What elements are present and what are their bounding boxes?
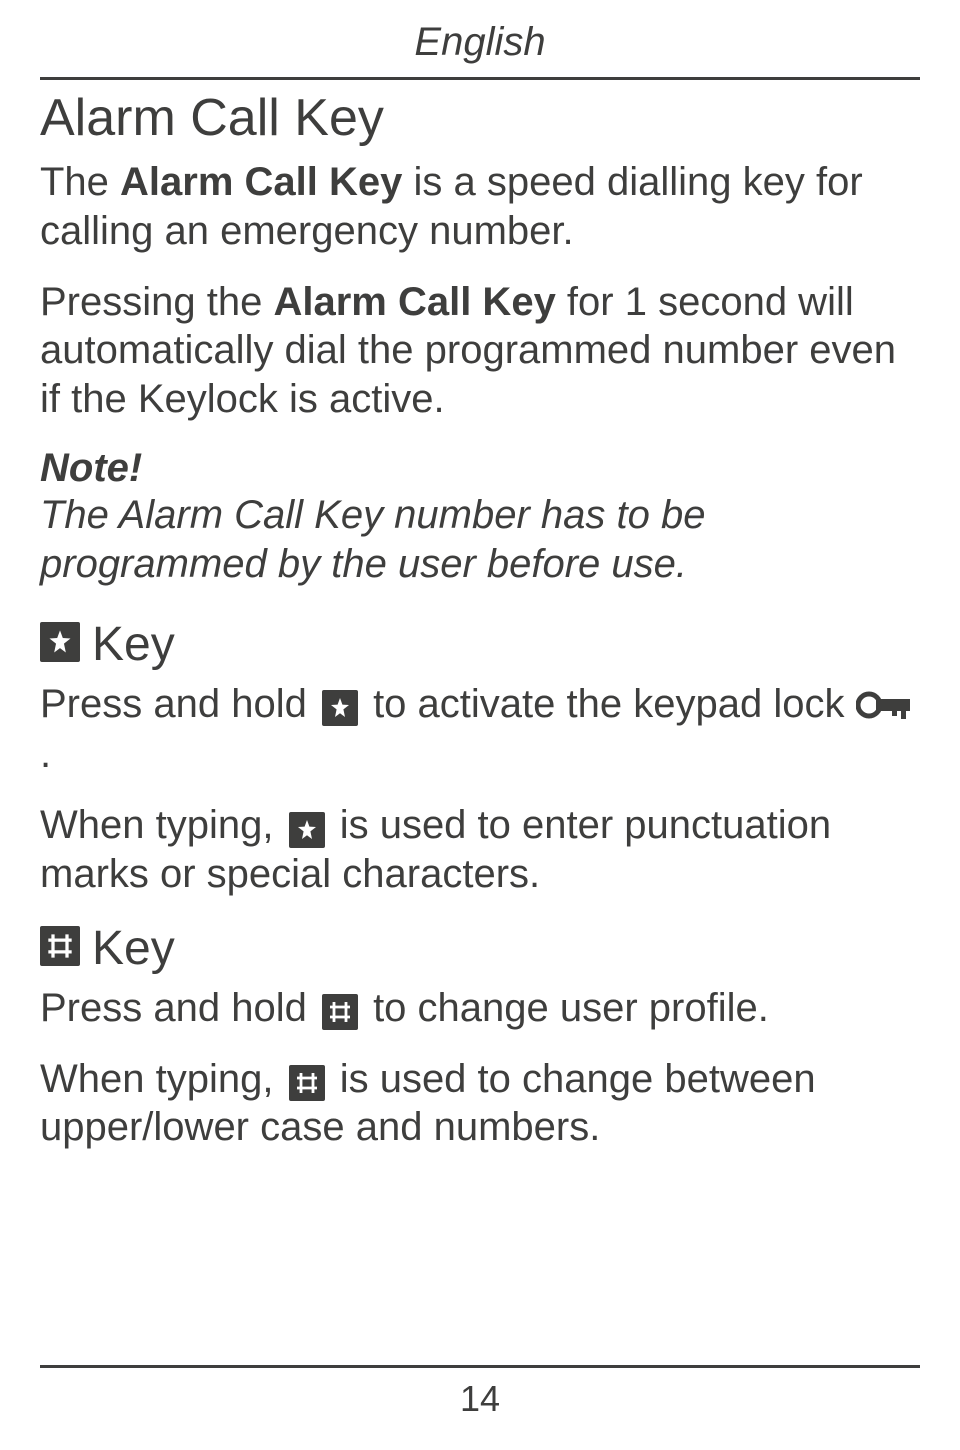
star-paragraph-2: When typing, is used to enter punctuatio… — [40, 801, 920, 899]
language-header: English — [40, 20, 920, 65]
divider-bottom — [40, 1365, 920, 1368]
text: to change user profile. — [362, 986, 769, 1030]
divider-top — [40, 77, 920, 80]
text: When typing, — [40, 803, 285, 847]
hash-key-icon — [40, 926, 80, 966]
note-body: The Alarm Call Key number has to be prog… — [40, 491, 920, 589]
text: The — [40, 160, 120, 204]
page-footer: 14 — [40, 1365, 920, 1420]
hash-key-icon — [322, 994, 358, 1030]
text: Press and hold — [40, 682, 318, 726]
text: . — [40, 732, 51, 776]
bold-term: Alarm Call Key — [273, 280, 555, 324]
text: to activate the keypad lock — [362, 682, 856, 726]
hash-paragraph-1: Press and hold to change user profile. — [40, 984, 920, 1033]
section-title-alarm: Alarm Call Key — [40, 88, 920, 148]
heading-text: Key — [92, 617, 175, 672]
star-paragraph-1: Press and hold to activate the keypad lo… — [40, 680, 920, 780]
star-key-icon — [289, 812, 325, 848]
section-title-star-key: Key — [40, 617, 920, 672]
star-key-icon — [40, 622, 80, 662]
bold-term: Alarm Call Key — [120, 160, 402, 204]
section-title-hash-key: Key — [40, 921, 920, 976]
keylock-icon — [856, 686, 912, 735]
page-number: 14 — [40, 1378, 920, 1420]
note-label: Note! — [40, 446, 920, 491]
hash-key-icon — [289, 1065, 325, 1101]
alarm-paragraph-2: Pressing the Alarm Call Key for 1 second… — [40, 278, 920, 424]
text: When typing, — [40, 1057, 285, 1101]
text: Pressing the — [40, 280, 273, 324]
text: Press and hold — [40, 986, 318, 1030]
alarm-paragraph-1: The Alarm Call Key is a speed dialling k… — [40, 158, 920, 256]
star-key-icon — [322, 690, 358, 726]
hash-paragraph-2: When typing, is used to change between u… — [40, 1055, 920, 1153]
heading-text: Key — [92, 921, 175, 976]
